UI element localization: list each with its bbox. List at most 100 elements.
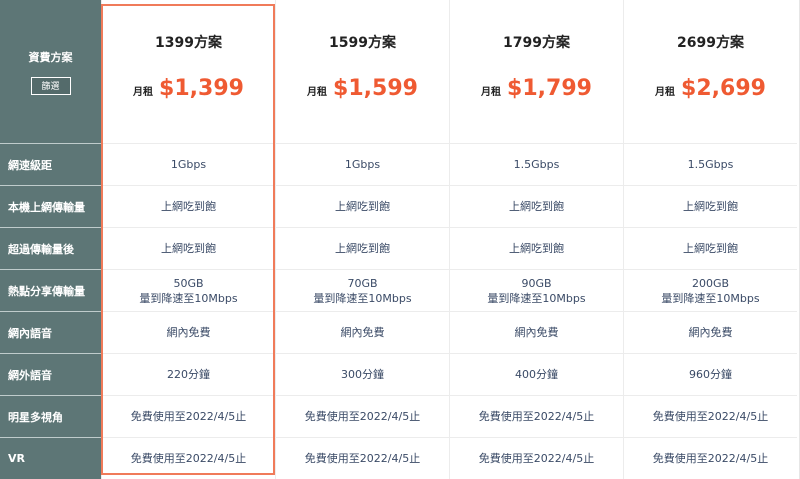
cell-text: 上網吃到飽 — [161, 200, 216, 213]
price-amount: $1,599 — [333, 76, 418, 101]
cell-text: 量到降速至10Mbps — [661, 291, 760, 305]
cell-text: 960分鐘 — [689, 368, 732, 381]
table-cell: 1.5Gbps — [450, 143, 623, 185]
row-label: 網內語音 — [0, 311, 101, 353]
table-cell: 網內免費 — [102, 311, 275, 353]
cell-text: 免費使用至2022/4/5止 — [130, 452, 247, 465]
plan-name: 1599方案 — [329, 35, 396, 51]
plan-header-label: 資費方案 — [28, 50, 73, 64]
sidebar-header: 資費方案 篩選 — [0, 0, 101, 143]
cell-text: 400分鐘 — [515, 368, 558, 381]
row-label: 網外語音 — [0, 353, 101, 395]
table-cell: 90GB 量到降速至10Mbps — [450, 269, 623, 311]
price-amount: $1,799 — [507, 76, 592, 101]
cell-text: 1Gbps — [344, 158, 381, 171]
table-cell: 上網吃到飽 — [276, 227, 449, 269]
table-cell: 上網吃到飽 — [102, 227, 275, 269]
plan-column[interactable]: 1599方案 月租 $1,599 1Gbps 上網吃到飽 上網吃到飽 70GB 量到降速至10… — [275, 0, 449, 479]
plan-name: 2699方案 — [677, 35, 744, 51]
plan-name: 1399方案 — [155, 35, 222, 51]
cell-text: 50GB — [173, 276, 204, 290]
row-label: 本機上網傳輸量 — [0, 185, 101, 227]
monthly-label: 月租 — [307, 87, 328, 98]
cell-text: 220分鐘 — [167, 368, 210, 381]
cell-text: 1.5Gbps — [513, 158, 560, 171]
cell-text: 網內免費 — [688, 326, 733, 339]
table-cell: 免費使用至2022/4/5止 — [102, 395, 275, 437]
cell-text: 免費使用至2022/4/5止 — [130, 410, 247, 423]
cell-text: 免費使用至2022/4/5止 — [304, 452, 421, 465]
table-cell: 960分鐘 — [624, 353, 797, 395]
plan-column[interactable]: 1799方案 月租 $1,799 1.5Gbps 上網吃到飽 上網吃到飽 90GB 量到降速至… — [449, 0, 623, 479]
table-cell: 1Gbps — [102, 143, 275, 185]
table-cell: 免費使用至2022/4/5止 — [276, 437, 449, 479]
plan-column[interactable]: 1399方案 月租 $1,399 1Gbps 上網吃到飽 上網吃到飽 50GB 量到降速至10… — [101, 0, 275, 479]
row-label: 明星多視角 — [0, 395, 101, 437]
table-cell: 免費使用至2022/4/5止 — [624, 395, 797, 437]
cell-text: 200GB — [691, 276, 730, 290]
table-cell: 1.5Gbps — [624, 143, 797, 185]
cell-text: 網內免費 — [166, 326, 211, 339]
table-cell: 免費使用至2022/4/5止 — [276, 395, 449, 437]
price-amount: $1,399 — [159, 76, 244, 101]
monthly-label: 月租 — [481, 87, 502, 98]
cell-text: 90GB — [521, 276, 552, 290]
cell-text: 上網吃到飽 — [509, 242, 564, 255]
cell-text: 1Gbps — [170, 158, 207, 171]
table-cell: 免費使用至2022/4/5止 — [624, 437, 797, 479]
row-header-sidebar: 資費方案 篩選 網速級距 本機上網傳輸量 超過傳輸量後 熱點分享傳輸量 網內語音 網外語音… — [0, 0, 101, 479]
cell-text: 網內免費 — [340, 326, 385, 339]
price-amount: $2,699 — [681, 76, 766, 101]
cell-text: 免費使用至2022/4/5止 — [652, 452, 769, 465]
table-cell: 上網吃到飽 — [450, 185, 623, 227]
monthly-label: 月租 — [133, 87, 154, 98]
cell-text: 70GB — [347, 276, 378, 290]
table-cell: 免費使用至2022/4/5止 — [450, 437, 623, 479]
table-cell: 200GB 量到降速至10Mbps — [624, 269, 797, 311]
plan-price: 月租 $1,799 — [450, 76, 623, 101]
cell-text: 免費使用至2022/4/5止 — [304, 410, 421, 423]
cell-text: 上網吃到飽 — [335, 242, 390, 255]
table-cell: 300分鐘 — [276, 353, 449, 395]
row-label: VR — [0, 437, 101, 479]
table-cell: 220分鐘 — [102, 353, 275, 395]
cell-text: 免費使用至2022/4/5止 — [652, 410, 769, 423]
cell-text: 量到降速至10Mbps — [139, 291, 238, 305]
cell-text: 免費使用至2022/4/5止 — [478, 452, 595, 465]
cell-text: 網內免費 — [514, 326, 559, 339]
table-cell: 70GB 量到降速至10Mbps — [276, 269, 449, 311]
cell-text: 免費使用至2022/4/5止 — [478, 410, 595, 423]
row-label: 超過傳輸量後 — [0, 227, 101, 269]
table-cell: 上網吃到飽 — [102, 185, 275, 227]
plan-price: 月租 $1,599 — [276, 76, 449, 101]
table-cell: 1Gbps — [276, 143, 449, 185]
plan-column[interactable]: 2699方案 月租 $2,699 1.5Gbps 上網吃到飽 上網吃到飽 200GB 量到降速… — [623, 0, 797, 479]
cell-text: 上網吃到飽 — [335, 200, 390, 213]
row-label: 熱點分享傳輸量 — [0, 269, 101, 311]
cell-text: 1.5Gbps — [687, 158, 734, 171]
table-cell: 上網吃到飽 — [624, 227, 797, 269]
table-cell: 上網吃到飽 — [624, 185, 797, 227]
row-label: 網速級距 — [0, 143, 101, 185]
cell-text: 上網吃到飽 — [683, 200, 738, 213]
plan-price: 月租 $1,399 — [102, 76, 275, 101]
plan-price: 月租 $2,699 — [624, 76, 797, 101]
cell-text: 量到降速至10Mbps — [487, 291, 586, 305]
table-cell: 免費使用至2022/4/5止 — [450, 395, 623, 437]
table-cell: 網內免費 — [624, 311, 797, 353]
table-cell: 免費使用至2022/4/5止 — [102, 437, 275, 479]
table-cell: 400分鐘 — [450, 353, 623, 395]
cell-text: 量到降速至10Mbps — [313, 291, 412, 305]
table-cell: 上網吃到飽 — [276, 185, 449, 227]
cell-text: 上網吃到飽 — [161, 242, 216, 255]
cell-text: 上網吃到飽 — [683, 242, 738, 255]
plan-name: 1799方案 — [503, 35, 570, 51]
monthly-label: 月租 — [655, 87, 676, 98]
table-cell: 網內免費 — [450, 311, 623, 353]
filter-button[interactable]: 篩選 — [30, 76, 71, 95]
table-cell: 50GB 量到降速至10Mbps — [102, 269, 275, 311]
cell-text: 上網吃到飽 — [509, 200, 564, 213]
cell-text: 300分鐘 — [341, 368, 384, 381]
table-cell: 網內免費 — [276, 311, 449, 353]
table-cell: 上網吃到飽 — [450, 227, 623, 269]
